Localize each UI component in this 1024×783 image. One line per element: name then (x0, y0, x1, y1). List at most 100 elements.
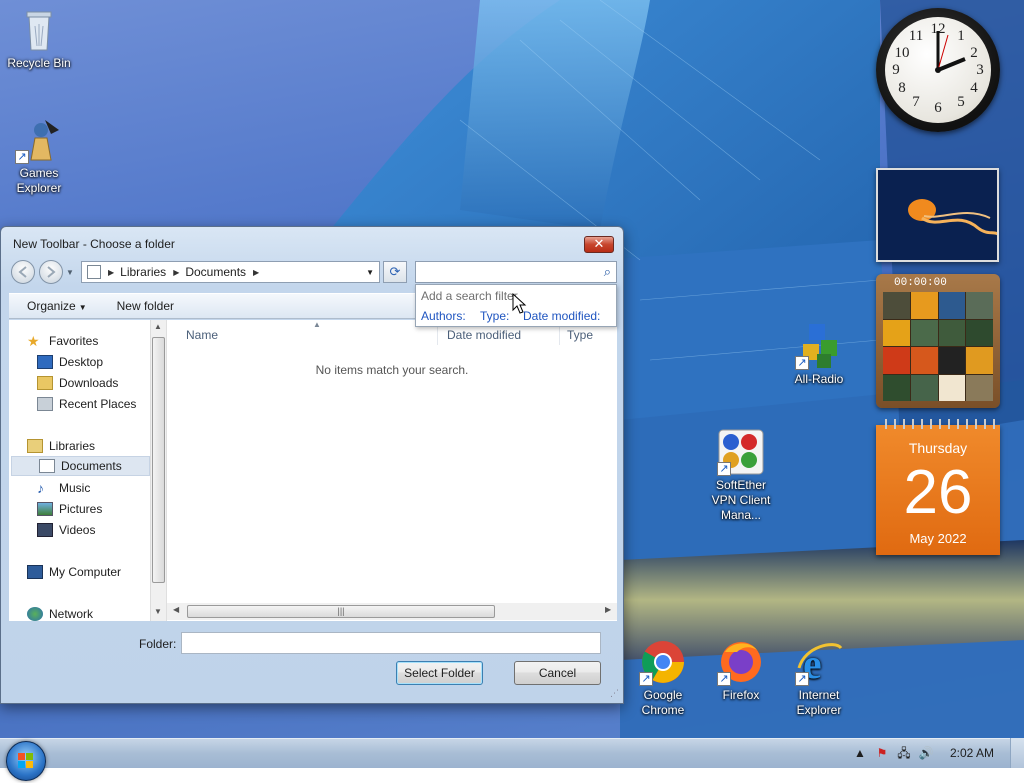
puzzle-tile[interactable] (966, 292, 993, 319)
show-desktop-button[interactable] (1010, 738, 1024, 768)
scrollbar-thumb[interactable] (152, 337, 165, 583)
jellyfish-photo (878, 170, 997, 260)
scroll-down-icon[interactable]: ▼ (154, 607, 162, 616)
new-folder-button[interactable]: New folder (117, 299, 174, 313)
chevron-down-icon: ▼ (78, 303, 87, 312)
puzzle-timer: 00:00:00 (894, 277, 947, 289)
libraries-icon (27, 439, 43, 453)
nav-label: Recent Places (59, 397, 137, 411)
forward-button[interactable] (39, 260, 63, 284)
nav-item-downloads[interactable]: Downloads (37, 373, 166, 393)
puzzle-tile[interactable] (883, 319, 910, 346)
nav-item-documents[interactable]: Documents (11, 456, 150, 476)
address-bar[interactable]: ▶ Libraries ▶ Documents ▶ ▼ (81, 261, 380, 283)
nav-label: My Computer (49, 565, 122, 579)
desktop-icon-google-chrome[interactable]: ↗ Google Chrome (624, 638, 702, 718)
desktop-icon-internet-explorer[interactable]: e ↗ Internet Explorer (780, 638, 858, 718)
breadcrumb-separator-icon[interactable]: ▶ (253, 268, 259, 277)
scroll-up-icon[interactable]: ▲ (154, 322, 162, 331)
scroll-right-icon[interactable]: ▶ (605, 605, 611, 614)
cancel-button[interactable]: Cancel (514, 661, 601, 685)
back-button[interactable] (11, 260, 35, 284)
file-list-pane: Name ▲ Date modified Type No items match… (167, 320, 617, 621)
show-hidden-icons-icon[interactable]: ▲ (852, 745, 868, 761)
recent-pages-dropdown[interactable]: ▼ (66, 268, 74, 277)
select-folder-button[interactable]: Select Folder (396, 661, 483, 685)
action-center-flag-icon[interactable]: ⚑ (874, 745, 890, 761)
refresh-button[interactable]: ⟳ (383, 261, 407, 283)
notification-area: ▲ ⚑ 🖧 🔊 2:02 AM (852, 738, 1024, 768)
column-header-name[interactable]: Name (186, 328, 218, 342)
puzzle-tile[interactable] (910, 292, 938, 319)
desktop-icon-label: Games Explorer (16, 166, 62, 195)
documents-icon (39, 459, 55, 473)
desktop-icon-games-explorer[interactable]: ↗ Games Explorer (0, 116, 78, 196)
desktop-icon-firefox[interactable]: ↗ Firefox (702, 638, 780, 703)
picture-puzzle-gadget[interactable]: 00:00:00 (876, 274, 1000, 408)
puzzle-tile[interactable] (883, 292, 910, 319)
desktop-icon-recycle-bin[interactable]: Recycle Bin (0, 6, 78, 71)
puzzle-tile[interactable] (966, 319, 993, 346)
taskbar-clock[interactable]: 2:02 AM (950, 746, 994, 760)
search-icon[interactable]: ⌕ (604, 264, 611, 280)
puzzle-tile[interactable] (966, 374, 993, 401)
slideshow-gadget[interactable] (876, 168, 999, 262)
clock-gadget[interactable]: 12 1 2 3 4 5 6 7 8 9 10 11 (876, 8, 1000, 132)
organize-button[interactable]: Organize ▼ (27, 299, 87, 313)
folder-field[interactable] (181, 632, 601, 654)
organize-label: Organize (27, 299, 76, 313)
volume-icon[interactable]: 🔊 (918, 745, 934, 761)
nav-item-favorites[interactable]: ★ Favorites (27, 331, 166, 351)
breadcrumb-separator-icon[interactable]: ▶ (173, 268, 179, 277)
puzzle-tile[interactable] (910, 374, 938, 401)
breadcrumb-documents[interactable]: Documents (185, 265, 246, 279)
puzzle-tile[interactable] (966, 347, 993, 374)
nav-item-my-computer[interactable]: My Computer (27, 562, 166, 582)
nav-label: Downloads (59, 376, 119, 390)
puzzle-tile[interactable] (883, 374, 910, 401)
filter-type[interactable]: Type: (480, 309, 509, 323)
calendar-day: 26 (903, 458, 973, 527)
nav-item-desktop[interactable]: Desktop (37, 352, 166, 372)
filter-date-modified[interactable]: Date modified: (523, 309, 600, 323)
start-button[interactable] (6, 741, 46, 781)
breadcrumb-separator-icon[interactable]: ▶ (108, 268, 114, 277)
internet-explorer-icon: e ↗ (795, 638, 843, 688)
address-dropdown-icon[interactable]: ▼ (366, 268, 374, 277)
puzzle-tile[interactable] (910, 347, 938, 374)
nav-label: Videos (59, 523, 96, 537)
puzzle-tile[interactable] (938, 292, 966, 319)
nav-item-music[interactable]: ♪ Music (37, 478, 166, 498)
close-button[interactable]: ✕ (584, 236, 614, 253)
desktop-icon-all-radio[interactable]: ↗ All-Radio (780, 322, 858, 387)
firefox-icon: ↗ (717, 638, 765, 686)
file-list-scrollbar[interactable]: ◀ ||| ▶ (167, 603, 617, 620)
calendar-gadget[interactable]: Thursday 26 May 2022 (876, 419, 1000, 555)
downloads-folder-icon (37, 376, 53, 390)
navigation-pane: ★ Favorites Desktop Downloads Recent Pla… (9, 320, 166, 621)
puzzle-tile[interactable] (938, 374, 966, 401)
puzzle-tile[interactable] (883, 347, 910, 374)
nav-item-videos[interactable]: Videos (37, 520, 166, 540)
resize-grip-icon[interactable]: ⋰ (610, 688, 619, 699)
puzzle-tile[interactable] (910, 319, 938, 346)
search-input[interactable]: ⌕ (415, 261, 617, 283)
back-arrow-icon (18, 266, 27, 278)
breadcrumb-libraries[interactable]: Libraries (120, 265, 166, 279)
nav-item-libraries[interactable]: Libraries (27, 436, 166, 456)
desktop-icon-softether-vpn[interactable]: ↗ SoftEther VPN Client Mana... (702, 428, 780, 523)
scroll-left-icon[interactable]: ◀ (173, 605, 179, 614)
recycle-bin-icon (15, 6, 63, 54)
puzzle-tile[interactable] (938, 347, 966, 374)
scrollbar-thumb[interactable]: ||| (187, 605, 495, 618)
nav-item-recent-places[interactable]: Recent Places (37, 394, 166, 414)
filter-authors[interactable]: Authors: (421, 309, 466, 323)
nav-label: Desktop (59, 355, 104, 369)
nav-pane-scrollbar[interactable]: ▲ ▼ (150, 320, 166, 621)
network-status-icon[interactable]: 🖧 (896, 745, 912, 761)
nav-item-network[interactable]: Network (27, 604, 166, 621)
nav-item-pictures[interactable]: Pictures (37, 499, 166, 519)
puzzle-tile[interactable] (938, 319, 966, 346)
column-header-type[interactable]: Type (567, 328, 593, 342)
column-header-date-modified[interactable]: Date modified (447, 328, 521, 342)
